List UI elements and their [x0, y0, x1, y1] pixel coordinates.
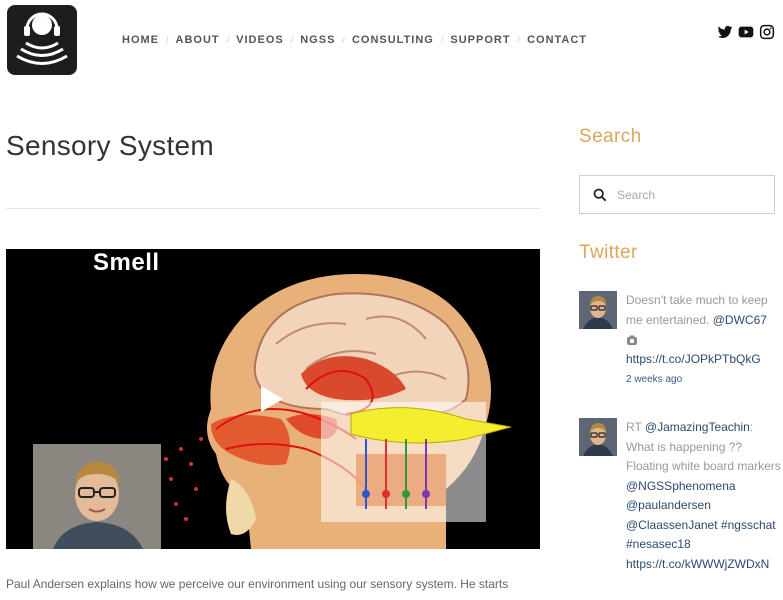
tweet-mention[interactable]: @JamazingTeachin — [645, 420, 750, 434]
tweet-hashtag[interactable]: #nesasec18 — [626, 537, 691, 551]
nav-separator: / — [226, 35, 230, 45]
nav-about[interactable]: About — [176, 34, 220, 46]
search-input[interactable] — [615, 186, 759, 203]
tweet-body: RT @JamazingTeachin: What is happening ?… — [626, 418, 781, 574]
search-heading: Search — [579, 126, 642, 147]
nav-separator: / — [166, 35, 169, 45]
tweet-link[interactable]: https://t.co/kWWWjZWDxN — [626, 557, 769, 571]
tweet-timestamp[interactable]: 2 weeks ago — [626, 374, 682, 385]
twitter-heading: Twitter — [579, 242, 638, 263]
tweet-link[interactable]: https://t.co/JOPkPTbQkG — [626, 352, 761, 366]
youtube-icon[interactable] — [738, 24, 754, 40]
nav-separator: / — [440, 35, 444, 45]
nav-home[interactable]: Home — [122, 34, 159, 46]
post-excerpt: Paul Andersen explains how we perceive o… — [6, 577, 509, 591]
camera-icon — [626, 334, 638, 346]
title-divider — [6, 208, 540, 209]
play-icon[interactable] — [259, 384, 285, 414]
nav-separator: / — [290, 35, 294, 45]
twitter-icon[interactable] — [717, 24, 733, 40]
video-frame-label: Smell — [93, 249, 160, 276]
social-links — [717, 24, 775, 40]
nav-support[interactable]: Support — [450, 34, 510, 46]
avatar[interactable] — [579, 291, 617, 329]
search-field[interactable] — [579, 175, 775, 214]
nav-contact[interactable]: Contact — [527, 34, 587, 46]
page-title: Sensory System — [6, 130, 215, 161]
nav-ngss[interactable]: NGSS — [300, 34, 335, 46]
main-nav: Home / About / Videos / NGSS / Consultin… — [122, 33, 587, 47]
nav-separator: / — [517, 35, 521, 45]
video-player[interactable]: Smell — [6, 249, 540, 549]
nav-videos[interactable]: Videos — [236, 34, 284, 46]
tweet-body: Doesn't take much to keep me entertained… — [626, 291, 781, 390]
tweet-mention[interactable]: @paulandersen — [626, 498, 711, 512]
tweet-retweet-prefix: RT — [626, 420, 642, 434]
avatar[interactable] — [579, 418, 617, 456]
tweet-mention[interactable]: @ClaassenJanet — [626, 518, 718, 532]
headphones-logo-icon — [16, 12, 68, 65]
tweet-mention[interactable]: @DWC67 — [713, 313, 767, 327]
search-icon — [593, 188, 607, 202]
tweet-colon: : — [749, 420, 754, 434]
instagram-icon[interactable] — [759, 24, 775, 40]
tweet-mention[interactable]: @NGSSphenomena — [626, 479, 736, 493]
nav-separator: / — [342, 35, 345, 45]
tweet-hashtag[interactable]: #ngsschat — [721, 518, 776, 532]
site-logo[interactable] — [7, 5, 77, 75]
presenter-thumbnail — [33, 444, 161, 549]
nav-consulting[interactable]: Consulting — [352, 34, 434, 46]
tweet-text: What is happening ?? Floating white boar… — [626, 439, 781, 474]
